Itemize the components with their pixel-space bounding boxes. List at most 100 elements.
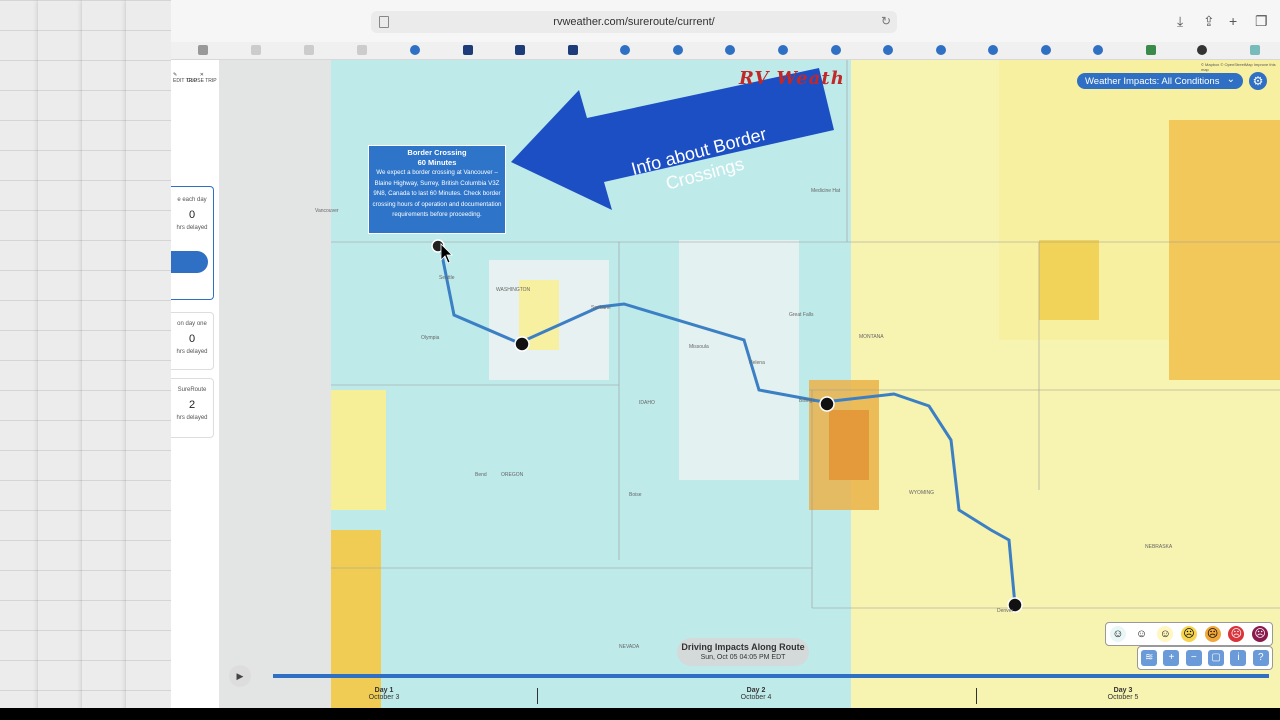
dropdown-value: Weather Impacts: All Conditions bbox=[1085, 75, 1220, 87]
route-stop-2[interactable] bbox=[819, 396, 835, 412]
tab-overview-icon[interactable]: ❐ bbox=[1255, 13, 1268, 30]
tooltip-body: We expect a border crossing at Vancouver… bbox=[372, 169, 502, 218]
reload-icon[interactable]: ↻ bbox=[881, 14, 891, 28]
yellow-mid bbox=[331, 530, 381, 708]
map-attribution[interactable]: © Mapbox © OpenStreetMap Improve this ma… bbox=[1201, 62, 1280, 72]
page-icon bbox=[379, 16, 389, 28]
legend-moderate-icon[interactable]: ☹ bbox=[1180, 626, 1197, 642]
tab-favicon-2[interactable] bbox=[251, 45, 261, 55]
city-label: Bend bbox=[475, 472, 487, 478]
route-stop-1[interactable] bbox=[514, 336, 530, 352]
tab-favicon-8[interactable] bbox=[568, 45, 578, 55]
settings-gear-icon[interactable]: ⚙ bbox=[1249, 72, 1267, 90]
play-button[interactable]: ▶ bbox=[229, 665, 251, 687]
weather-map[interactable]: RV Weath © Mapbox © OpenStreetMap Improv… bbox=[219, 60, 1280, 708]
orange-core bbox=[829, 410, 869, 480]
state-label: NEBRASKA bbox=[1145, 544, 1173, 550]
panel-title: Driving Impacts Along Route bbox=[681, 642, 805, 652]
legend-light-icon[interactable]: ☺ bbox=[1133, 626, 1150, 642]
timeline-day-3: Day 3 October 5 bbox=[1107, 687, 1139, 701]
panel-time: Sun, Oct 05 04:05 PM EDT bbox=[700, 654, 786, 661]
yellow-mid bbox=[1039, 240, 1099, 320]
tab-favicon-6[interactable] bbox=[463, 45, 473, 55]
legend-significant-icon[interactable]: ☹ bbox=[1204, 626, 1221, 642]
zoom-out-icon[interactable]: − bbox=[1185, 650, 1202, 666]
chevron-down-icon: ⌄ bbox=[1226, 74, 1235, 85]
summary-card-1[interactable]: e each day 0 hrs delayed bbox=[171, 186, 214, 300]
clear-zone bbox=[679, 240, 799, 480]
zoom-in-icon[interactable]: + bbox=[1163, 650, 1180, 666]
tab-favicon-7[interactable] bbox=[515, 45, 525, 55]
state-label: NEVADA bbox=[619, 644, 640, 650]
legend-minor-icon[interactable]: ☺ bbox=[1157, 626, 1174, 642]
tab-favicon-19[interactable] bbox=[1146, 45, 1156, 55]
tab-favicon-16[interactable] bbox=[988, 45, 998, 55]
city-label: Seattle bbox=[439, 275, 455, 281]
card-sub: hrs delayed bbox=[176, 225, 208, 231]
tab-favicon-3[interactable] bbox=[304, 45, 314, 55]
tooltip-duration: 60 Minutes bbox=[417, 158, 457, 167]
browser-toolbar: rvweather.com/sureroute/current/ ↻ ⤓ ⇪ +… bbox=[171, 0, 1280, 43]
fit-route-icon[interactable]: ▢ bbox=[1208, 650, 1225, 666]
tab-favicon-4[interactable] bbox=[357, 45, 367, 55]
tab-favicon-18[interactable] bbox=[1093, 45, 1103, 55]
background-window-1 bbox=[0, 0, 40, 720]
timeline-tick bbox=[976, 688, 977, 704]
state-label: OREGON bbox=[501, 472, 524, 478]
tab-favicon-5[interactable] bbox=[410, 45, 420, 55]
city-label: Medicine Hat bbox=[811, 188, 841, 194]
new-tab-icon[interactable]: + bbox=[1229, 13, 1237, 29]
state-label: MONTANA bbox=[859, 334, 884, 340]
tab-favicon-10[interactable] bbox=[673, 45, 683, 55]
summary-card-2[interactable]: on day one 0 hrs delayed bbox=[171, 312, 214, 370]
tab-favicon-13[interactable] bbox=[831, 45, 841, 55]
route-impacts-panel: Driving Impacts Along Route Sun, Oct 05 … bbox=[677, 638, 809, 666]
summary-card-3[interactable]: SureRoute 2 hrs delayed bbox=[171, 378, 214, 438]
close-trip-button[interactable]: ✕ CLOSE TRIP bbox=[187, 72, 217, 84]
help-icon[interactable]: ? bbox=[1252, 650, 1269, 666]
address-bar[interactable]: rvweather.com/sureroute/current/ ↻ bbox=[371, 11, 897, 33]
background-window-4 bbox=[126, 0, 172, 720]
city-label: Spokane bbox=[591, 305, 611, 311]
legend-severe-icon[interactable]: ☹ bbox=[1228, 626, 1245, 642]
background-window-2 bbox=[38, 0, 84, 720]
card-value: 2 bbox=[188, 399, 196, 411]
tab-favicon-20[interactable] bbox=[1197, 45, 1207, 55]
tab-favicon-15[interactable] bbox=[936, 45, 946, 55]
tab-favicon-14[interactable] bbox=[883, 45, 893, 55]
trip-sidebar: ✎ EDIT TRIP ✕ CLOSE TRIP e each day 0 hrs … bbox=[171, 60, 227, 708]
card-title: SureRoute bbox=[177, 387, 207, 393]
tab-favicon-1[interactable] bbox=[198, 45, 208, 55]
tab-favicon-21[interactable] bbox=[1250, 45, 1260, 55]
timeline-slider[interactable] bbox=[273, 674, 1269, 678]
tooltip-title: Border Crossing bbox=[407, 148, 467, 157]
tab-favicon-9[interactable] bbox=[620, 45, 630, 55]
border-crossing-tooltip: Border Crossing 60 Minutes We expect a b… bbox=[368, 145, 506, 234]
download-icon[interactable]: ⤓ bbox=[1177, 13, 1183, 30]
card-sub: hrs delayed bbox=[176, 349, 208, 355]
tab-favicon-17[interactable] bbox=[1041, 45, 1051, 55]
legend-extreme-icon[interactable]: ☹ bbox=[1252, 626, 1269, 642]
url-text: rvweather.com/sureroute/current/ bbox=[553, 16, 715, 28]
map-tools: ≋ + − ▢ i ? bbox=[1137, 646, 1273, 670]
card-title: e each day bbox=[177, 197, 207, 203]
yellow-light bbox=[331, 390, 386, 510]
city-label: Vancouver bbox=[315, 208, 339, 214]
browser-window: rvweather.com/sureroute/current/ ↻ ⤓ ⇪ +… bbox=[171, 0, 1280, 708]
layers-icon[interactable]: ≋ bbox=[1141, 650, 1158, 666]
legend-none-icon[interactable]: ☺ bbox=[1109, 626, 1126, 642]
share-icon[interactable]: ⇪ bbox=[1203, 13, 1215, 30]
background-window-3 bbox=[82, 0, 128, 720]
yellow-heavy bbox=[1169, 120, 1280, 380]
state-label: IDAHO bbox=[639, 400, 655, 406]
state-label: WASHINGTON bbox=[496, 287, 531, 293]
select-route-button[interactable] bbox=[171, 251, 208, 273]
weather-impacts-dropdown[interactable]: Weather Impacts: All Conditions ⌄ bbox=[1077, 73, 1243, 89]
tab-favicon-11[interactable] bbox=[725, 45, 735, 55]
info-icon[interactable]: i bbox=[1230, 650, 1247, 666]
card-value: 0 bbox=[188, 209, 196, 221]
card-value: 0 bbox=[188, 333, 196, 345]
city-label: Denver bbox=[997, 608, 1014, 614]
tab-favicon-12[interactable] bbox=[778, 45, 788, 55]
screen-bottom-bar bbox=[0, 708, 1280, 720]
